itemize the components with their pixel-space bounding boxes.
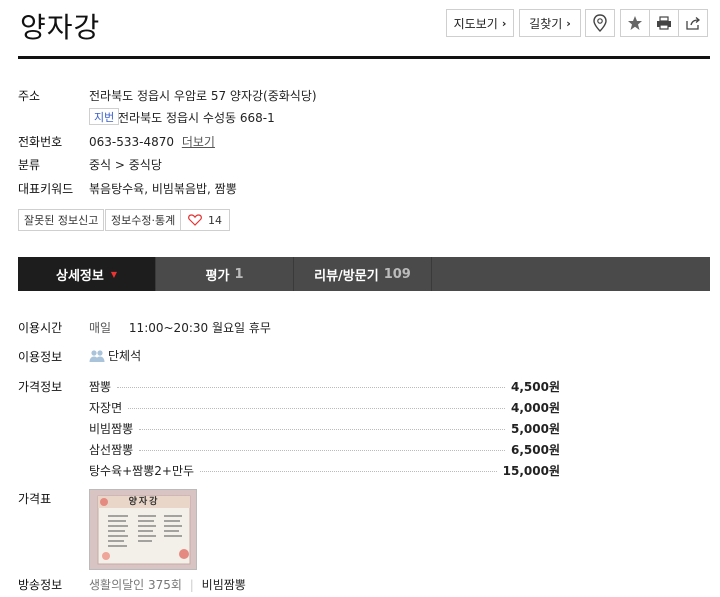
page-title: 양자강	[20, 11, 101, 44]
hours-row: 매일 11:00~20:30 월요일 휴무	[89, 319, 271, 336]
group-seating-icon	[89, 349, 105, 362]
menu-item-price: 5,000원	[511, 421, 560, 436]
map-pin-icon	[593, 14, 607, 32]
phone-more-link[interactable]: 더보기	[182, 135, 215, 149]
menu-item-price: 4,000원	[511, 400, 560, 415]
price-row: 짬뽕 4,500원	[89, 377, 560, 395]
jibun-address: 전라북도 정읍시 수성동 668-1	[118, 111, 275, 125]
price-leader	[139, 428, 505, 430]
like-count: 14	[208, 213, 222, 227]
phone-label: 전화번호	[18, 135, 63, 149]
tab-rating-label: 평가	[205, 268, 230, 284]
price-row: 삼선짬뽕 6,500원	[89, 440, 560, 458]
broadcast-item: 비빔짬뽕	[201, 578, 246, 592]
hours-value: 11:00~20:30 월요일 휴무	[128, 321, 271, 335]
hours-day: 매일	[89, 321, 112, 335]
menu-item-price: 15,000원	[502, 463, 560, 478]
keywords-value: 볶음탕수육, 비빔볶음밥, 짬뽕	[89, 182, 237, 196]
chevron-right-icon: ›	[501, 16, 507, 30]
heart-icon	[188, 214, 202, 226]
usage-label: 이용정보	[18, 350, 63, 364]
broadcast-label: 방송정보	[18, 578, 63, 592]
broadcast-row: 생활의달인 375회 | 비빔짬뽕	[89, 576, 246, 593]
price-label: 가격정보	[18, 380, 63, 394]
caret-down-icon: ▼	[110, 269, 117, 279]
menu-item-price: 4,500원	[511, 379, 560, 394]
directions-label: 길찾기	[529, 16, 563, 31]
chevron-right-icon: ›	[566, 16, 571, 30]
category-label: 분류	[18, 158, 41, 172]
separator: |	[189, 578, 194, 592]
edit-label: 정보수정·통계	[111, 214, 176, 227]
star-icon	[628, 16, 642, 30]
menu-item-name: 삼선짬뽕	[89, 442, 134, 457]
category-value: 중식 > 중식당	[89, 158, 162, 172]
price-table-label: 가격표	[18, 492, 52, 506]
detail-tabs: 상세정보 ▼ 평가 1 리뷰/방문기 109	[18, 257, 710, 291]
report-wrong-info-button[interactable]: 잘못된 정보신고	[18, 209, 105, 231]
price-leader	[200, 470, 497, 472]
tab-reviews-count: 109	[383, 266, 411, 282]
price-leader	[128, 407, 505, 409]
address-label: 주소	[18, 89, 41, 103]
hours-label: 이용시간	[18, 321, 63, 335]
title-divider	[18, 56, 710, 59]
menu-item-price: 6,500원	[511, 442, 560, 457]
share-icon	[686, 17, 701, 30]
price-table-image[interactable]: 양자강	[89, 489, 197, 570]
menu-item-name: 탕수육+짬뽕2+만두	[89, 463, 195, 478]
tab-rating[interactable]: 평가 1	[156, 257, 294, 291]
tab-reviews-label: 리뷰/방문기	[314, 268, 379, 284]
usage-value: 단체석	[108, 349, 142, 363]
print-button[interactable]	[649, 9, 679, 37]
price-leader	[139, 449, 505, 451]
jibun-badge: 지번	[89, 108, 120, 125]
phone-row: 063-533-4870 더보기	[89, 133, 215, 150]
edit-info-stats-button[interactable]: 정보수정·통계	[105, 209, 182, 231]
report-label: 잘못된 정보신고	[24, 214, 99, 227]
menu-item-name: 짬뽕	[89, 379, 112, 394]
price-leader	[117, 386, 505, 388]
tab-details-label: 상세정보	[56, 268, 104, 284]
map-view-button[interactable]: 지도보기 ›	[446, 9, 514, 37]
price-row: 비빔짬뽕 5,000원	[89, 419, 560, 437]
share-button[interactable]	[678, 9, 708, 37]
print-icon	[657, 16, 671, 30]
broadcast-show: 생활의달인 375회	[89, 578, 182, 592]
menu-board-title: 양자강	[128, 497, 160, 507]
map-view-label: 지도보기	[453, 16, 498, 31]
price-row: 자장면 4,000원	[89, 398, 560, 416]
menu-item-name: 비빔짬뽕	[89, 421, 134, 436]
tab-reviews[interactable]: 리뷰/방문기 109	[294, 257, 432, 291]
tab-details[interactable]: 상세정보 ▼	[18, 257, 156, 291]
pin-button[interactable]	[585, 9, 615, 37]
price-row: 탕수육+짬뽕2+만두 15,000원	[89, 461, 560, 479]
favorite-button[interactable]	[620, 9, 650, 37]
tabs-filler	[432, 257, 710, 291]
directions-button[interactable]: 길찾기 ›	[519, 9, 581, 37]
usage-row: 단체석	[89, 347, 141, 364]
like-button[interactable]: 14	[180, 209, 230, 231]
phone-number: 063-533-4870	[89, 135, 175, 149]
tab-rating-count: 1	[234, 266, 244, 282]
keywords-label: 대표키워드	[18, 182, 74, 196]
menu-item-name: 자장면	[89, 400, 123, 415]
address-value: 전라북도 정읍시 우암로 57 양자강(중화식당)	[89, 89, 317, 103]
